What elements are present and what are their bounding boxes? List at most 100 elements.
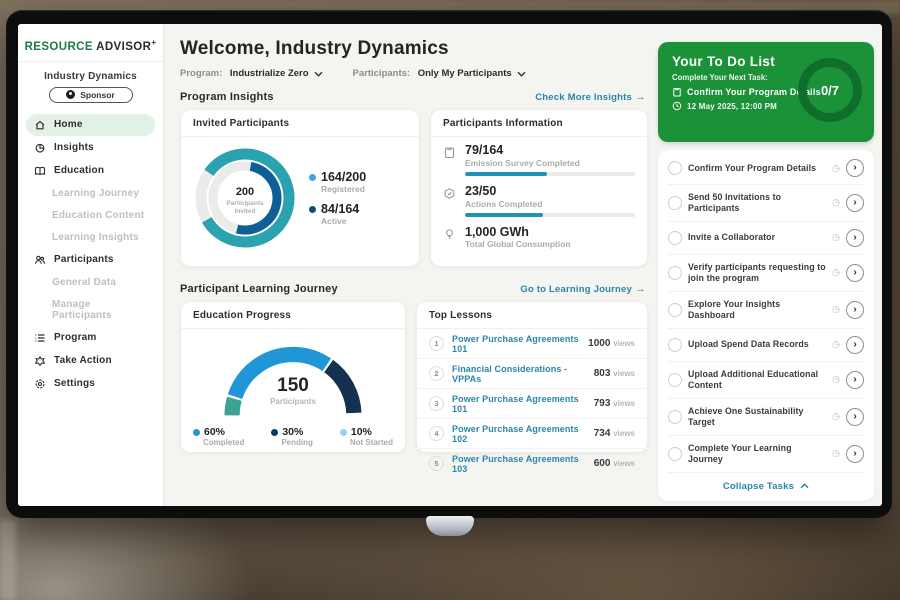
collapse-tasks-link[interactable]: Collapse Tasks: [668, 473, 864, 499]
participants-filter-select[interactable]: Only My Participants: [418, 68, 526, 79]
task-chevron-button[interactable]: ›: [846, 229, 864, 247]
task-row[interactable]: Explore Your Insights Dashboard ◷ ›: [668, 292, 864, 329]
task-row[interactable]: Invite a Collaborator ◷ ›: [668, 222, 864, 255]
lesson-link[interactable]: Power Purchase Agreements 101: [452, 394, 586, 414]
sidebar-item-take-action[interactable]: Take Action: [26, 350, 155, 372]
sidebar-item-label: Insights: [54, 142, 94, 153]
task-checkbox[interactable]: [668, 266, 682, 280]
task-row[interactable]: Achieve One Sustainability Target ◷ ›: [668, 399, 864, 436]
views-label: views: [613, 339, 635, 348]
task-chevron-button[interactable]: ›: [846, 371, 864, 389]
legend-not-started: 10% Not Started: [340, 426, 393, 447]
sponsor-badge[interactable]: Sponsor: [49, 87, 133, 103]
task-row[interactable]: Confirm Your Program Details ◷ ›: [668, 152, 864, 185]
task-info-icon: ◷: [832, 198, 840, 207]
sidebar-item-label: Take Action: [54, 355, 112, 366]
task-checkbox[interactable]: [668, 447, 682, 461]
task-label: Upload Spend Data Records: [688, 339, 826, 350]
participants-filter-value: Only My Participants: [418, 68, 512, 79]
task-chevron-button[interactable]: ›: [846, 445, 864, 463]
lesson-link[interactable]: Power Purchase Agreements 101: [452, 334, 580, 354]
task-chevron-button[interactable]: ›: [846, 159, 864, 177]
task-row[interactable]: Upload Additional Educational Content ◷ …: [668, 362, 864, 399]
program-filter-select[interactable]: Industrialize Zero: [230, 68, 323, 79]
background-desk-edge: [0, 520, 16, 600]
participants-information-card: Participants Information 79/164 Emission…: [430, 109, 648, 267]
lightbulb-icon: [443, 228, 456, 241]
task-label: Upload Additional Educational Content: [688, 369, 826, 391]
lesson-views: 600: [594, 458, 611, 469]
survey-icon: [443, 146, 456, 159]
sidebar-item-education-content[interactable]: Education Content: [26, 205, 155, 226]
task-checkbox[interactable]: [668, 161, 682, 175]
lesson-link[interactable]: Power Purchase Agreements 103: [452, 454, 586, 474]
active-label: Active: [321, 216, 366, 226]
legend-completed: 60% Completed: [193, 426, 244, 447]
sidebar-item-manage-participants[interactable]: Manage Participants: [26, 294, 155, 326]
invited-legend: 164/200 Registered 84/164 Active: [309, 162, 366, 234]
task-info-icon: ◷: [832, 233, 840, 242]
task-info-icon: ◷: [832, 340, 840, 349]
sidebar-item-program[interactable]: Program: [26, 327, 155, 349]
participants-filter-label: Participants:: [353, 68, 411, 79]
sidebar-item-participants[interactable]: Participants: [26, 249, 155, 271]
logo-plus: +: [151, 38, 156, 47]
donut-center-value: 200: [236, 186, 254, 198]
task-chevron-button[interactable]: ›: [846, 264, 864, 282]
sidebar-item-home[interactable]: Home: [26, 114, 155, 136]
sidebar-item-learning-insights[interactable]: Learning Insights: [26, 227, 155, 248]
sidebar-item-insights[interactable]: Insights: [26, 137, 155, 159]
stat-value: 79/164: [465, 144, 635, 158]
task-row[interactable]: Upload Spend Data Records ◷ ›: [668, 329, 864, 362]
home-icon: [34, 119, 46, 131]
sidebar-item-label: General Data: [52, 277, 116, 288]
emission-progress-bar: [465, 172, 635, 176]
task-chevron-button[interactable]: ›: [846, 336, 864, 354]
lesson-row: 4 Power Purchase Agreements 102 734 view…: [417, 419, 647, 449]
task-label: Invite a Collaborator: [688, 232, 826, 243]
task-checkbox[interactable]: [668, 196, 682, 210]
active-value: 84/164: [321, 202, 359, 216]
legend-active: 84/164 Active: [309, 202, 366, 226]
education-gauge: 150 Participants: [198, 333, 388, 424]
lesson-rank: 5: [429, 456, 444, 471]
task-row[interactable]: Verify participants requesting to join t…: [668, 255, 864, 292]
lesson-rank: 4: [429, 426, 444, 441]
arrow-right-icon: →: [635, 283, 646, 295]
go-to-learning-journey-link[interactable]: Go to Learning Journey →: [520, 284, 646, 295]
sidebar-item-education[interactable]: Education: [26, 160, 155, 182]
task-row[interactable]: Complete Your Learning Journey ◷ ›: [668, 436, 864, 473]
task-info-icon: ◷: [832, 305, 840, 314]
task-chevron-button[interactable]: ›: [846, 408, 864, 426]
task-checkbox[interactable]: [668, 338, 682, 352]
edu-card-title: Education Progress: [181, 302, 405, 329]
task-checkbox[interactable]: [668, 231, 682, 245]
take-action-icon: [34, 355, 46, 367]
sidebar-item-learning-journey[interactable]: Learning Journey: [26, 183, 155, 204]
task-row[interactable]: Send 50 Invitations to Participants ◷ ›: [668, 185, 864, 222]
lesson-views: 793: [594, 398, 611, 409]
logo-primary: RESOURCE: [25, 41, 93, 53]
filter-bar: Program: Industrialize Zero Participants…: [180, 68, 648, 79]
task-checkbox[interactable]: [668, 373, 682, 387]
sidebar-item-label: Learning Insights: [52, 232, 139, 243]
todo-progress-ring: 0/7: [798, 58, 862, 122]
chevron-down-icon: [517, 71, 526, 77]
education-legend: 60% Completed 30% Pending 10% Not Starte…: [181, 424, 405, 447]
lesson-link[interactable]: Financial Considerations - VPPAs: [452, 364, 586, 384]
sidebar-item-label: Program: [54, 332, 97, 343]
sidebar-item-general-data[interactable]: General Data: [26, 272, 155, 293]
lesson-row: 1 Power Purchase Agreements 101 1000 vie…: [417, 329, 647, 359]
lesson-link[interactable]: Power Purchase Agreements 102: [452, 424, 586, 444]
check-more-insights-link[interactable]: Check More Insights →: [535, 92, 646, 103]
views-label: views: [613, 429, 635, 438]
sidebar-item-settings[interactable]: Settings: [26, 373, 155, 395]
sidebar-item-label: Education: [54, 165, 104, 176]
task-chevron-button[interactable]: ›: [846, 194, 864, 212]
pinfo-card-title: Participants Information: [431, 110, 647, 137]
sidebar-item-label: Manage Participants: [52, 299, 147, 321]
task-info-icon: ◷: [832, 412, 840, 421]
task-checkbox[interactable]: [668, 303, 682, 317]
task-chevron-button[interactable]: ›: [846, 301, 864, 319]
task-checkbox[interactable]: [668, 410, 682, 424]
